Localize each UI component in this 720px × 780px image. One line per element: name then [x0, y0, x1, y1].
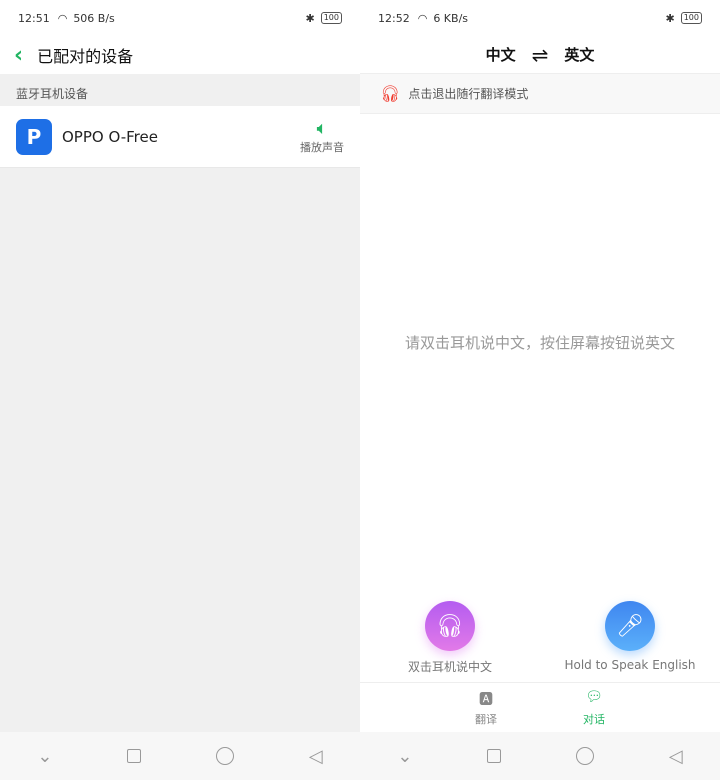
net-speed: 506 B/s — [73, 11, 115, 25]
language-header: 中文 ⇌ 英文 — [360, 36, 720, 74]
target-language[interactable]: 英文 — [564, 44, 594, 65]
status-bar: 12:52 ◠ 6 KB/s ✱ 100 — [360, 0, 720, 36]
play-sound-label: 播放声音 — [300, 141, 344, 154]
bluetooth-icon: ✱ — [665, 11, 675, 25]
instruction-text: 请双击耳机说中文，按住屏幕按钮说英文 — [404, 334, 675, 352]
nav-bar: ⌄ ◁ — [360, 732, 720, 780]
banner-text: 点击退出随行翻译模式 — [408, 87, 529, 101]
recents-button[interactable] — [487, 749, 502, 763]
headset-speak-label: 双击耳机说中文 — [407, 660, 492, 674]
recents-button[interactable] — [127, 749, 142, 763]
headphones-icon: 🎧︎ — [436, 613, 464, 639]
microphone-icon: 🎤︎ — [616, 613, 644, 639]
wifi-icon: ◠ — [57, 11, 68, 25]
section-label: 蓝牙耳机设备 — [16, 87, 89, 101]
tab-bar: 🅰︎ 翻译 💬︎ 对话 — [360, 682, 720, 732]
headset-speak-button[interactable]: 🎧︎ — [425, 601, 475, 651]
speaker-icon: 🔈︎ — [316, 118, 328, 139]
headphones-icon: 🎧︎ — [380, 84, 401, 103]
home-button[interactable] — [216, 747, 234, 765]
exit-mode-banner[interactable]: 🎧︎ 点击退出随行翻译模式 — [360, 74, 720, 114]
header: ‹ 已配对的设备 — [0, 36, 360, 74]
device-row[interactable]: P OPPO O-Free 🔈︎ 播放声音 — [0, 106, 360, 168]
back-button[interactable]: ‹ — [14, 43, 23, 68]
swap-icon[interactable]: ⇌ — [532, 43, 549, 67]
bluetooth-icon: ✱ — [305, 11, 315, 25]
source-language[interactable]: 中文 — [486, 44, 516, 65]
back-nav-button[interactable]: ◁ — [669, 746, 683, 767]
battery-icon: 100 — [680, 12, 702, 24]
play-sound-button[interactable]: 🔈︎ 播放声音 — [300, 118, 344, 155]
translation-screen: 12:52 ◠ 6 KB/s ✱ 100 中文 ⇌ 英文 🎧︎ 点击退出随行翻译模… — [360, 0, 720, 780]
page-title: 已配对的设备 — [37, 47, 134, 66]
hold-to-speak-label: Hold to Speak English — [564, 658, 696, 672]
tab-label: 翻译 — [475, 713, 497, 726]
wifi-icon: ◠ — [417, 11, 428, 25]
hold-to-speak-button[interactable]: 🎤︎ — [605, 601, 655, 651]
chevron-down-icon[interactable]: ⌄ — [397, 746, 412, 767]
tab-label: 对话 — [583, 713, 605, 726]
nav-bar: ⌄ ◁ — [0, 732, 360, 780]
net-speed: 6 KB/s — [433, 11, 469, 25]
status-time: 12:52 — [378, 11, 410, 25]
chat-icon: 💬︎ — [585, 689, 603, 705]
status-time: 12:51 — [18, 11, 50, 25]
chevron-down-icon[interactable]: ⌄ — [37, 746, 52, 767]
home-button[interactable] — [576, 747, 594, 765]
battery-icon: 100 — [320, 12, 342, 24]
device-name: OPPO O-Free — [62, 127, 158, 146]
back-nav-button[interactable]: ◁ — [309, 746, 323, 767]
paired-devices-screen: 12:51 ◠ 506 B/s ✱ 100 ‹ 已配对的设备 蓝牙耳机设备 P O… — [0, 0, 360, 780]
tab-conversation[interactable]: 💬︎ 对话 — [564, 689, 624, 727]
status-bar: 12:51 ◠ 506 B/s ✱ 100 — [0, 0, 360, 36]
tab-translate[interactable]: 🅰︎ 翻译 — [456, 689, 516, 727]
device-app-icon: P — [16, 118, 52, 155]
translate-icon: 🅰︎ — [479, 692, 493, 708]
